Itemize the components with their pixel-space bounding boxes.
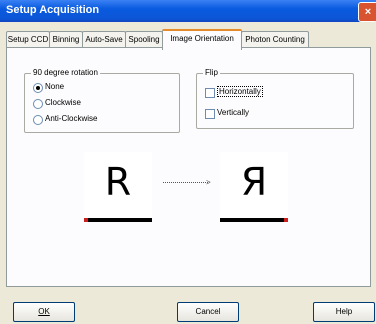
- checkbox-horizontally[interactable]: [205, 88, 215, 98]
- radio-anti-clockwise[interactable]: [33, 115, 43, 125]
- preview-result-letter: Я: [240, 160, 268, 204]
- arrow-line: [163, 182, 208, 184]
- rotation-group: 90 degree rotation None Clockwise Anti-C…: [24, 68, 180, 133]
- help-button[interactable]: Help: [313, 302, 375, 322]
- close-icon: ×: [364, 6, 372, 18]
- checkbox-vertically[interactable]: [205, 109, 215, 119]
- preview-original-letter: R: [104, 160, 132, 204]
- cancel-button[interactable]: Cancel: [177, 302, 239, 322]
- radio-none[interactable]: [33, 83, 43, 93]
- preview-original: R: [84, 152, 152, 222]
- tab-binning[interactable]: Binning: [49, 31, 83, 48]
- close-button[interactable]: ×: [358, 2, 376, 22]
- checkbox-vertically-label: Vertically: [217, 108, 250, 117]
- cancel-button-label: Cancel: [195, 307, 221, 316]
- ok-button[interactable]: OK: [13, 302, 75, 322]
- radio-clockwise-label: Clockwise: [45, 98, 82, 107]
- tab-photon-counting[interactable]: Photon Counting: [241, 31, 309, 48]
- flip-legend: Flip: [203, 68, 220, 77]
- tab-image-orientation[interactable]: Image Orientation: [162, 29, 242, 50]
- preview-result: Я: [220, 152, 288, 222]
- preview-result-marker: [284, 218, 288, 222]
- preview-original-marker: [84, 218, 88, 222]
- help-button-label: Help: [335, 307, 353, 316]
- preview-result-baseline: [220, 218, 288, 222]
- flip-group: Flip Horizontally Vertically: [196, 68, 354, 129]
- radio-none-label: None: [45, 82, 65, 91]
- ok-button-label: OK: [38, 307, 50, 316]
- rotation-legend: 90 degree rotation: [31, 68, 100, 77]
- tab-spooling[interactable]: Spooling: [125, 31, 163, 48]
- title-bar: Setup Acquisition ×: [0, 0, 376, 22]
- preview-original-baseline: [84, 218, 152, 222]
- radio-clockwise[interactable]: [33, 99, 43, 109]
- radio-anti-clockwise-label: Anti-Clockwise: [45, 114, 98, 123]
- window-title: Setup Acquisition: [6, 4, 100, 16]
- checkbox-horizontally-label: Horizontally: [217, 86, 263, 97]
- tab-setup-ccd[interactable]: Setup CCD: [6, 31, 50, 48]
- arrow-icon: >: [206, 178, 211, 187]
- tab-auto-save[interactable]: Auto-Save: [82, 31, 126, 48]
